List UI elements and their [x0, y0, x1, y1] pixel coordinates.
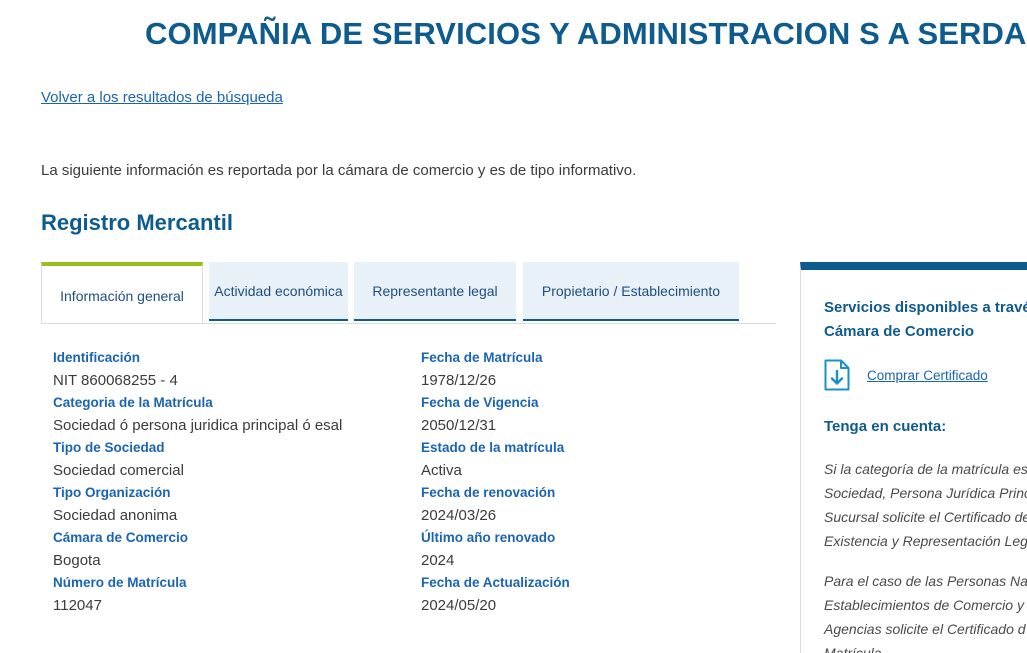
- field-value: 1978/12/26: [421, 372, 497, 389]
- tab-economic-activity[interactable]: Actividad económica: [209, 262, 348, 321]
- section-title: Registro Mercantil: [41, 210, 233, 235]
- field-label: Cámara de Comercio: [53, 530, 189, 545]
- field-label: Número de Matrícula: [53, 575, 187, 590]
- services-heading: Servicios disponibles a travé Cámara de …: [824, 299, 1027, 340]
- field-label: Fecha de renovación: [421, 485, 556, 500]
- field-label: Categoria de la Matrícula: [53, 395, 213, 410]
- info-notice: La siguiente información es reportada po…: [41, 162, 637, 179]
- field-value: Bogota: [53, 552, 101, 569]
- tab-legal-representative[interactable]: Representante legal: [354, 262, 516, 321]
- info-column-left: Identificación NIT 860068255 - 4 Categor…: [53, 348, 342, 618]
- field-label: Fecha de Actualización: [421, 575, 570, 590]
- notice-paragraph: Si la categoría de la matrícula es Socie…: [824, 461, 1027, 549]
- field-label: Estado de la matrícula: [421, 440, 565, 455]
- download-document-icon[interactable]: [824, 359, 850, 391]
- field-label: Fecha de Vigencia: [421, 395, 539, 410]
- buy-certificate-link[interactable]: Comprar Certificado: [867, 368, 988, 383]
- field-value: Sociedad comercial: [53, 462, 184, 479]
- page-title: COMPAÑIA DE SERVICIOS Y ADMINISTRACION S…: [145, 16, 1027, 51]
- field-value: 2024/03/26: [421, 507, 497, 524]
- field-label: Último año renovado: [421, 530, 556, 545]
- back-to-results-link[interactable]: Volver a los resultados de búsqueda: [41, 89, 283, 106]
- field-value: 112047: [53, 597, 102, 614]
- notice-paragraph: Para el caso de las Personas Na Establec…: [824, 573, 1027, 653]
- field-value: NIT 860068255 - 4: [53, 372, 178, 389]
- field-value: Activa: [421, 462, 462, 479]
- notice-heading: Tenga en cuenta:: [824, 418, 947, 435]
- tab-owner-establishment[interactable]: Propietario / Establecimiento: [523, 262, 739, 321]
- field-label: Identificación: [53, 350, 141, 365]
- field-value: Sociedad anonima: [53, 507, 178, 524]
- tab-general-info[interactable]: Información general: [41, 262, 203, 323]
- field-label: Tipo Organización: [53, 485, 171, 500]
- field-value: 2050/12/31: [421, 417, 497, 434]
- tab-bar: Información general Actividad económica …: [41, 262, 776, 324]
- field-value: 2024/05/20: [421, 597, 497, 614]
- field-value: Sociedad ó persona juridica principal ó …: [53, 417, 343, 434]
- field-label: Fecha de Matrícula: [421, 350, 543, 365]
- services-sidebar: Servicios disponibles a travé Cámara de …: [800, 262, 1027, 653]
- info-column-right: Fecha de Matrícula 1978/12/26 Fecha de V…: [421, 348, 570, 618]
- page: COMPAÑIA DE SERVICIOS Y ADMINISTRACION S…: [0, 0, 1027, 653]
- field-value: 2024: [421, 552, 455, 569]
- field-label: Tipo de Sociedad: [53, 440, 165, 455]
